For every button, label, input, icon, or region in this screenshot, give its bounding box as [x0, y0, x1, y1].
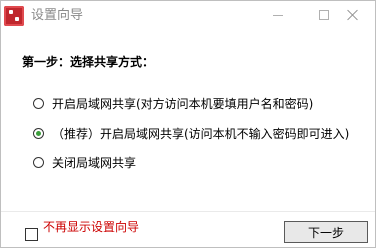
option-share-with-password[interactable]: 开启局域网共享(对方访问本机要填用户名和密码): [33, 94, 313, 112]
setup-wizard-window: 设置向导 第一步：选择共享方式： 开启局域网共享(对方访问本机要填用户名和密码)…: [0, 0, 376, 248]
minimize-icon[interactable]: [267, 5, 289, 25]
dont-show-again-control[interactable]: 不再显示设置向导: [25, 221, 143, 241]
footer-divider: [1, 211, 375, 212]
dont-show-again-label: 不再显示设置向导: [43, 220, 140, 234]
window-title: 设置向导: [31, 8, 84, 23]
radio-disable-sharing[interactable]: [33, 156, 44, 168]
option-label: （推荐）开启局域网共享(访问本机不输入密码即可进入): [52, 126, 350, 141]
maximize-icon[interactable]: [313, 5, 335, 25]
radio-share-with-password[interactable]: [33, 97, 44, 109]
radio-share-no-password[interactable]: [33, 127, 44, 139]
dont-show-again-checkbox[interactable]: [25, 228, 38, 241]
next-button[interactable]: 下一步: [284, 221, 368, 243]
step-heading: 第一步：选择共享方式：: [22, 55, 155, 69]
option-label: 关闭局域网共享: [52, 155, 137, 170]
close-icon[interactable]: [342, 5, 364, 25]
app-logo-icon: [4, 6, 24, 26]
option-share-no-password[interactable]: （推荐）开启局域网共享(访问本机不输入密码即可进入): [33, 124, 349, 142]
title-bar[interactable]: 设置向导: [1, 1, 375, 31]
option-label: 开启局域网共享(对方访问本机要填用户名和密码): [52, 96, 314, 111]
option-disable-sharing[interactable]: 关闭局域网共享: [33, 153, 136, 171]
